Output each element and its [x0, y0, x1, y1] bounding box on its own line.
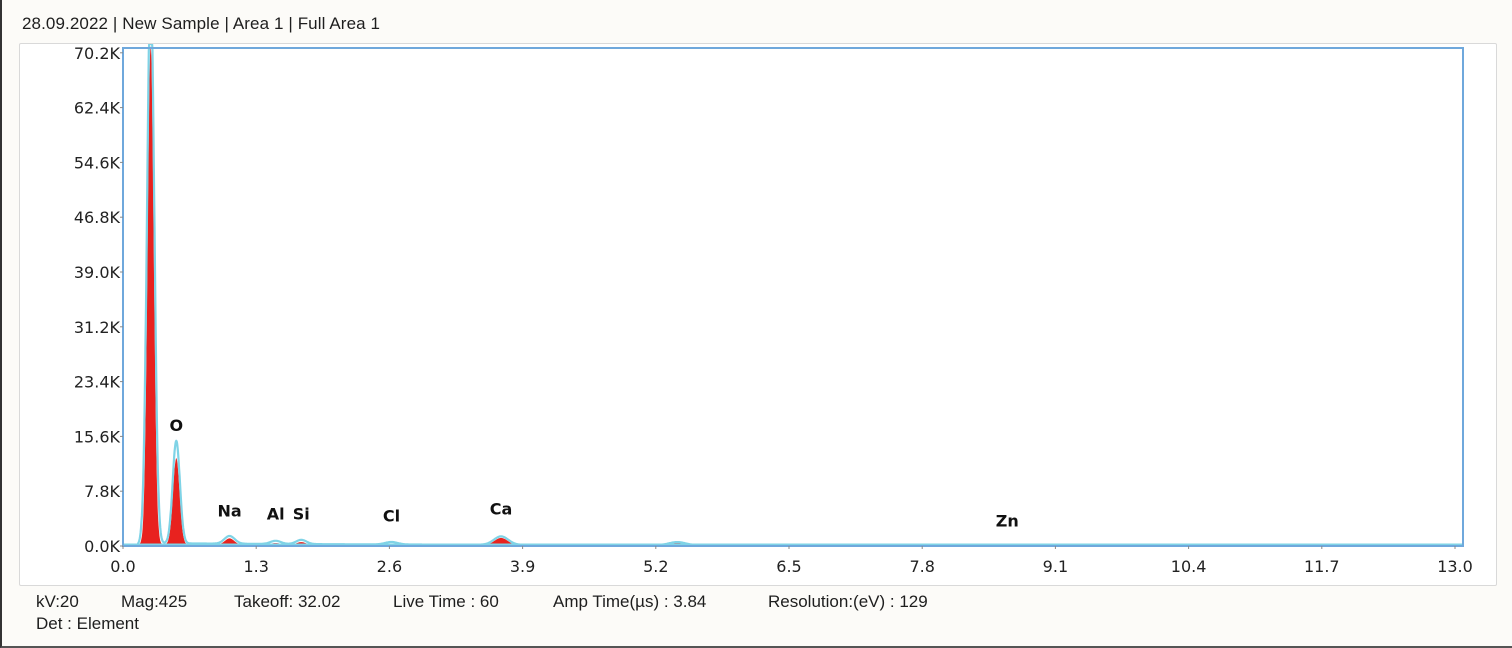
amp-time-value: Amp Time(µs) : 3.84 [553, 592, 707, 611]
y-tick-label: 39.0K [74, 263, 121, 282]
y-tick-label: 54.6K [74, 153, 121, 172]
element-label-si: Si [293, 504, 310, 523]
x-tick-label: 0.0 [110, 557, 135, 576]
chart-panel: 0.0K 7.8K 15.6K 23.4K 31.2K 39.0K 46.8K 54.6K 62… [19, 43, 1497, 586]
live-time-value: Live Time : 60 [393, 592, 499, 611]
y-tick-label: 31.2K [74, 318, 121, 337]
takeoff-value: Takeoff: 32.02 [234, 592, 341, 611]
resolution-value: Resolution:(eV) : 129 [768, 592, 928, 611]
y-tick-label: 46.8K [74, 208, 121, 227]
spectrum-fill-area [135, 46, 1455, 546]
detector-value: Det : Element [36, 614, 139, 633]
y-axis: 0.0K 7.8K 15.6K 23.4K 31.2K 39.0K 46.8K 54.6K 62… [74, 44, 123, 556]
x-tick-label: 2.6 [377, 557, 402, 576]
plot-border [122, 47, 1464, 547]
plot-frame [122, 47, 1464, 547]
x-tick-label: 11.7 [1304, 557, 1340, 576]
element-label-cl: Cl [383, 506, 400, 525]
spectrum-title: 28.09.2022 | New Sample | Area 1 | Full … [22, 14, 381, 33]
y-tick-label: 70.2K [74, 44, 121, 63]
element-label-al: Al [267, 504, 285, 523]
mag-value: Mag:425 [121, 592, 188, 611]
x-tick-label: 5.2 [643, 557, 668, 576]
acquisition-info: kV:20 Mag:425 Takeoff: 32.02 Live Time :… [36, 591, 928, 635]
y-tick-label: 15.6K [74, 427, 121, 446]
x-tick-label: 13.0 [1437, 557, 1473, 576]
element-label-o: O [169, 416, 183, 435]
x-tick-label: 3.9 [510, 557, 535, 576]
spectrum-outline-line [134, 44, 1456, 547]
element-label-na: Na [217, 501, 241, 520]
y-tick-label: 23.4K [74, 373, 121, 392]
eds-spectrum-chart: 0.0K 7.8K 15.6K 23.4K 31.2K 39.0K 46.8K 54.6K 62… [74, 44, 1473, 576]
spectrum-fill-layer [135, 46, 1455, 546]
x-tick-label: 10.4 [1171, 557, 1207, 576]
x-tick-label: 9.1 [1043, 557, 1068, 576]
x-tick-label: 1.3 [243, 557, 268, 576]
spectrum-outline-layer [123, 44, 1463, 547]
kv-value: kV:20 [36, 592, 79, 611]
element-label-zn: Zn [996, 511, 1019, 530]
element-labels: CONaAlSiClCaZn [169, 416, 1019, 531]
y-tick-label: 0.0K [84, 537, 120, 556]
x-axis: 0.0 1.3 2.6 3.9 5.2 6.5 7.8 9.1 10.4 11.7 13.0 [110, 546, 1473, 576]
x-tick-label: 7.8 [909, 557, 934, 576]
y-tick-label: 62.4K [74, 99, 121, 118]
element-label-ca: Ca [490, 499, 513, 518]
y-tick-label: 7.8K [84, 482, 120, 501]
x-tick-label: 6.5 [776, 557, 801, 576]
